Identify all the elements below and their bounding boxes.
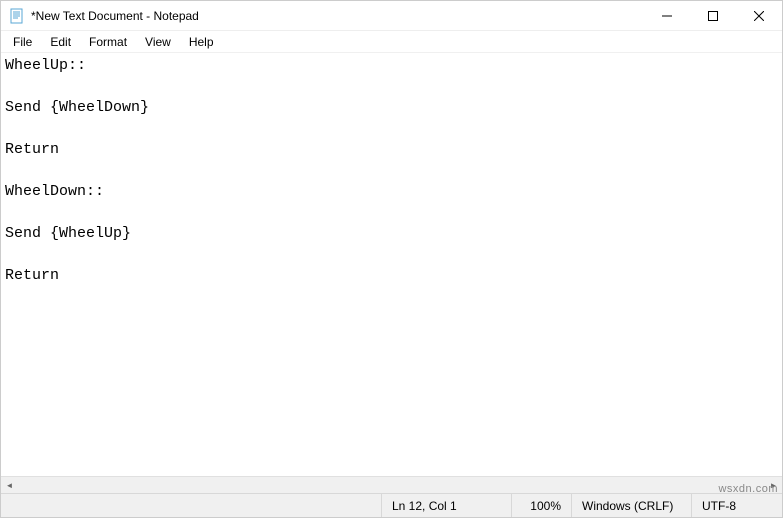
status-eol: Windows (CRLF) — [572, 494, 692, 517]
menu-help[interactable]: Help — [181, 33, 222, 51]
notepad-icon — [9, 8, 25, 24]
window-controls — [644, 1, 782, 30]
editor-content[interactable]: WheelUp:: Send {WheelDown} Return WheelD… — [1, 53, 782, 476]
statusbar: Ln 12, Col 1 100% Windows (CRLF) UTF-8 — [1, 493, 782, 517]
scroll-track[interactable] — [18, 477, 765, 493]
menubar: File Edit Format View Help — [1, 31, 782, 53]
window-title: *New Text Document - Notepad — [31, 9, 644, 23]
horizontal-scrollbar[interactable]: ◄ ► — [1, 476, 782, 493]
status-spacer — [1, 494, 382, 517]
menu-file[interactable]: File — [5, 33, 40, 51]
text-editor[interactable]: WheelUp:: Send {WheelDown} Return WheelD… — [1, 53, 782, 476]
menu-edit[interactable]: Edit — [42, 33, 79, 51]
minimize-button[interactable] — [644, 1, 690, 30]
maximize-button[interactable] — [690, 1, 736, 30]
watermark: wsxdn.com — [718, 483, 778, 495]
titlebar: *New Text Document - Notepad — [1, 1, 782, 31]
scroll-left-icon[interactable]: ◄ — [1, 477, 18, 494]
menu-view[interactable]: View — [137, 33, 179, 51]
status-position: Ln 12, Col 1 — [382, 494, 512, 517]
menu-format[interactable]: Format — [81, 33, 135, 51]
close-button[interactable] — [736, 1, 782, 30]
status-encoding: UTF-8 — [692, 494, 782, 517]
status-zoom: 100% — [512, 494, 572, 517]
